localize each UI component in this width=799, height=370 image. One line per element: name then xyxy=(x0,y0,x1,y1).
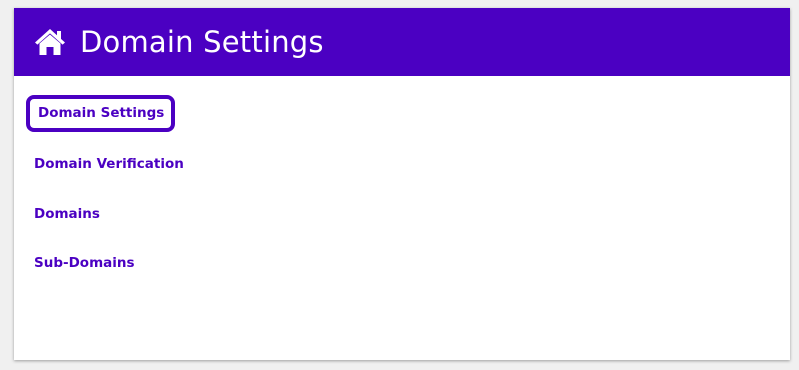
settings-card: Domain Settings Domain Settings Domain V… xyxy=(14,8,790,360)
nav-link-sub-domains[interactable]: Sub-Domains xyxy=(34,255,135,271)
nav-link-domains[interactable]: Domains xyxy=(34,206,100,222)
home-icon[interactable] xyxy=(34,28,66,56)
page-title: Domain Settings xyxy=(80,25,324,59)
nav-link-domain-settings[interactable]: Domain Settings xyxy=(26,95,176,132)
nav-link-domain-verification[interactable]: Domain Verification xyxy=(34,156,184,172)
page-header: Domain Settings xyxy=(14,8,790,76)
